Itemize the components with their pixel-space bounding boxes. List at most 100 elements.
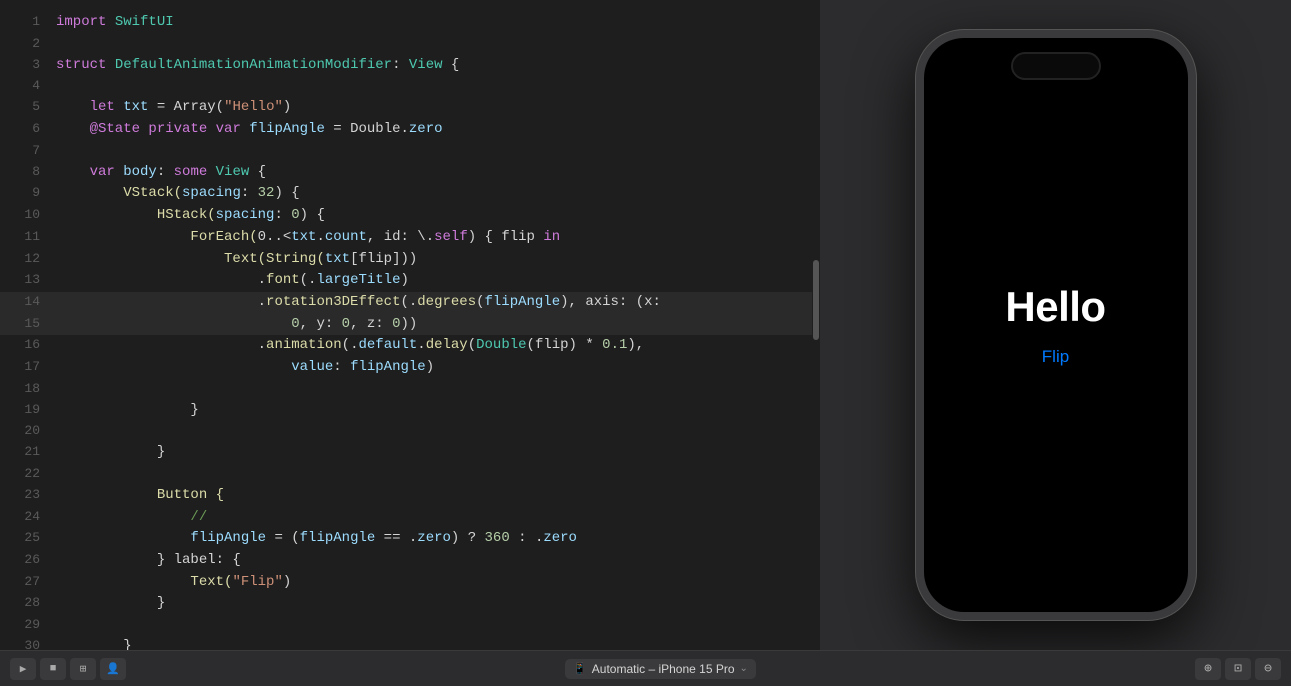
toolbar-right: ⊕ ⊡ ⊖ (1195, 658, 1281, 680)
zoom-fit-icon: ⊡ (1234, 661, 1242, 676)
person-button[interactable]: 👤 (100, 658, 126, 680)
line-number: 21 (10, 442, 40, 464)
code-line: 19 } (0, 400, 820, 422)
line-number: 5 (10, 97, 40, 119)
code-line: 6 @State private var flipAngle = Double.… (0, 119, 820, 141)
line-number: 26 (10, 550, 40, 572)
line-number: 11 (10, 227, 40, 249)
chevron-down-icon: ⌄ (740, 663, 748, 674)
code-text: let txt = Array("Hello") (56, 97, 291, 119)
code-line: 9 VStack(spacing: 32) { (0, 183, 820, 205)
code-line: 3 struct DefaultAnimationAnimationModifie… (0, 55, 820, 77)
line-number: 6 (10, 119, 40, 141)
scrollbar-thumb[interactable] (813, 260, 819, 340)
code-text: @State private var flipAngle = Double.ze… (56, 119, 443, 141)
grid-button[interactable]: ⊞ (70, 658, 96, 680)
line-number: 22 (10, 464, 40, 485)
code-editor-panel: 1 import SwiftUI 23 struct DefaultAnimation… (0, 0, 820, 650)
code-text: value: flipAngle) (56, 357, 434, 379)
zoom-in-icon: ⊕ (1204, 661, 1212, 676)
code-text: flipAngle = (flipAngle == .zero) ? 360 :… (56, 528, 577, 550)
code-line: 2 (0, 34, 820, 55)
code-line: 5 let txt = Array("Hello") (0, 97, 820, 119)
person-icon: 👤 (106, 662, 120, 676)
zoom-fit-button[interactable]: ⊡ (1225, 658, 1251, 680)
phone-screen: Hello Flip (924, 38, 1188, 612)
flip-button[interactable]: Flip (1042, 347, 1069, 367)
line-number: 4 (10, 76, 40, 97)
dynamic-island (1011, 52, 1101, 80)
code-text: struct DefaultAnimationAnimationModifier… (56, 55, 459, 77)
line-number: 24 (10, 507, 40, 529)
code-text: .animation(.default.delay(Double(flip) *… (56, 335, 644, 357)
code-line: 20 (0, 421, 820, 442)
phone-frame: Hello Flip (916, 30, 1196, 620)
code-line: 26 } label: { (0, 550, 820, 572)
code-text: VStack(spacing: 32) { (56, 183, 300, 205)
code-text: import SwiftUI (56, 12, 174, 34)
code-text: Text(String(txt[flip])) (56, 249, 417, 271)
line-number: 10 (10, 205, 40, 227)
code-line: 30 } (0, 636, 820, 650)
line-number: 3 (10, 55, 40, 77)
device-phone-icon: 📱 (573, 662, 587, 675)
main-content: 1 import SwiftUI 23 struct DefaultAnimation… (0, 0, 1291, 650)
code-line: 10 HStack(spacing: 0) { (0, 205, 820, 227)
code-line: 8 var body: some View { (0, 162, 820, 184)
code-text: // (56, 507, 207, 529)
code-line: 15 0, y: 0, z: 0)) (0, 314, 820, 336)
line-number: 7 (10, 141, 40, 162)
code-line: 13 .font(.largeTitle) (0, 270, 820, 292)
line-number: 20 (10, 421, 40, 442)
code-text: .rotation3DEffect(.degrees(flipAngle), a… (56, 292, 661, 314)
code-text: Text("Flip") (56, 572, 291, 594)
stop-icon: ■ (50, 663, 57, 675)
run-button[interactable]: ▶ (10, 658, 36, 680)
code-line: 29 (0, 615, 820, 636)
line-number: 2 (10, 34, 40, 55)
code-line: 11 ForEach(0..<txt.count, id: \.self) { … (0, 227, 820, 249)
zoom-in-button[interactable]: ⊕ (1195, 658, 1221, 680)
code-line: 16 .animation(.default.delay(Double(flip… (0, 335, 820, 357)
device-selector[interactable]: 📱 Automatic – iPhone 15 Pro ⌄ (565, 659, 756, 679)
line-number: 17 (10, 357, 40, 379)
play-icon: ▶ (20, 662, 27, 676)
line-number: 16 (10, 335, 40, 357)
code-line: 25 flipAngle = (flipAngle == .zero) ? 36… (0, 528, 820, 550)
line-number: 14 (10, 292, 40, 314)
code-line: 17 value: flipAngle) (0, 357, 820, 379)
line-number: 23 (10, 485, 40, 507)
code-text: } (56, 400, 199, 422)
code-text: } (56, 636, 132, 650)
grid-icon: ⊞ (80, 662, 87, 676)
code-line: 22 (0, 464, 820, 485)
code-text: } (56, 442, 165, 464)
code-text: } label: { (56, 550, 241, 572)
code-text: ForEach(0..<txt.count, id: \.self) { fli… (56, 227, 560, 249)
line-number: 15 (10, 314, 40, 336)
code-line: 7 (0, 141, 820, 162)
zoom-out-button[interactable]: ⊖ (1255, 658, 1281, 680)
line-number: 28 (10, 593, 40, 615)
line-number: 19 (10, 400, 40, 422)
line-number: 8 (10, 162, 40, 184)
phone-container: Hello Flip (896, 5, 1216, 645)
toolbar-center: 📱 Automatic – iPhone 15 Pro ⌄ (132, 659, 1189, 679)
code-area[interactable]: 1 import SwiftUI 23 struct DefaultAnimation… (0, 0, 820, 650)
code-line: 28 } (0, 593, 820, 615)
code-line: 1 import SwiftUI (0, 12, 820, 34)
line-number: 9 (10, 183, 40, 205)
bottom-toolbar: ▶ ■ ⊞ 👤 📱 Automatic – iPhone 15 Pro ⌄ ⊕ … (0, 650, 1291, 686)
line-number: 25 (10, 528, 40, 550)
line-number: 27 (10, 572, 40, 594)
line-number: 30 (10, 636, 40, 650)
code-line: 24 // (0, 507, 820, 529)
scrollbar-gutter (812, 0, 820, 650)
code-line: 27 Text("Flip") (0, 572, 820, 594)
stop-button[interactable]: ■ (40, 658, 66, 680)
preview-panel: Hello Flip (820, 0, 1291, 650)
code-text: HStack(spacing: 0) { (56, 205, 325, 227)
code-text: } (56, 593, 165, 615)
line-number: 1 (10, 12, 40, 34)
code-text: .font(.largeTitle) (56, 270, 409, 292)
